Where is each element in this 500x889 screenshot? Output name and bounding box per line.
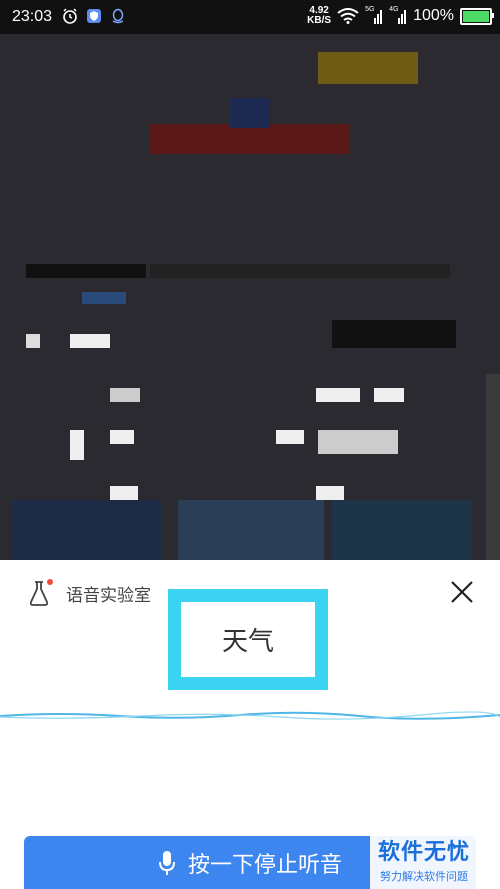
signal-icon-sim2: 4G — [389, 6, 407, 24]
pixel-block — [316, 388, 360, 402]
pixel-block — [332, 320, 456, 348]
stop-listening-label: 按一下停止听音 — [187, 852, 342, 878]
shield-app-icon — [87, 9, 101, 23]
pixel-block — [82, 292, 126, 304]
flask-icon — [29, 579, 53, 606]
battery-icon — [460, 7, 494, 25]
pixel-block — [110, 486, 138, 500]
battery-percent: 100% — [413, 7, 454, 24]
signal-icon-sim1: 5G — [365, 6, 383, 24]
microphone-icon — [158, 850, 175, 875]
network-speed: 4.92 KB/S — [307, 6, 331, 26]
pixel-block — [276, 430, 304, 444]
network-speed-unit: KB/S — [307, 15, 332, 26]
pixel-block — [110, 430, 134, 444]
pixel-block — [332, 500, 472, 560]
status-time: 23:03 — [12, 8, 53, 25]
recognized-query-text: 天气 — [221, 627, 274, 657]
pixel-block — [12, 500, 162, 560]
pixel-block — [110, 388, 140, 402]
wifi-icon — [337, 8, 359, 24]
pixel-block — [374, 388, 404, 402]
pixel-block — [178, 500, 324, 560]
pixel-block — [486, 374, 500, 560]
status-bar: 23:03 4.92 KB/S 5G 4G 100% — [0, 0, 500, 34]
qq-icon — [112, 8, 124, 24]
pixel-block — [26, 334, 40, 348]
watermark-title: 软件无忧 — [378, 840, 471, 865]
dimmed-background — [0, 34, 500, 560]
pixel-block — [150, 124, 350, 154]
voice-wave — [0, 711, 500, 720]
pixel-block — [70, 334, 110, 348]
voice-lab-entry[interactable]: 语音实验室 — [26, 578, 151, 608]
pixel-block — [150, 264, 450, 278]
pixel-block — [318, 430, 398, 454]
pixel-block — [318, 52, 418, 84]
watermark: 软件无忧 努力解决软件问题 — [370, 828, 500, 889]
pixel-block — [230, 98, 270, 128]
pixel-block — [26, 264, 146, 278]
alarm-icon — [63, 8, 77, 24]
recognized-query-box: 天气 — [168, 589, 328, 690]
voice-lab-label: 语音实验室 — [66, 585, 151, 605]
pixel-block — [316, 486, 344, 500]
watermark-subtitle: 努力解决软件问题 — [380, 870, 468, 883]
pixel-block — [70, 430, 84, 460]
close-icon[interactable] — [448, 578, 476, 606]
